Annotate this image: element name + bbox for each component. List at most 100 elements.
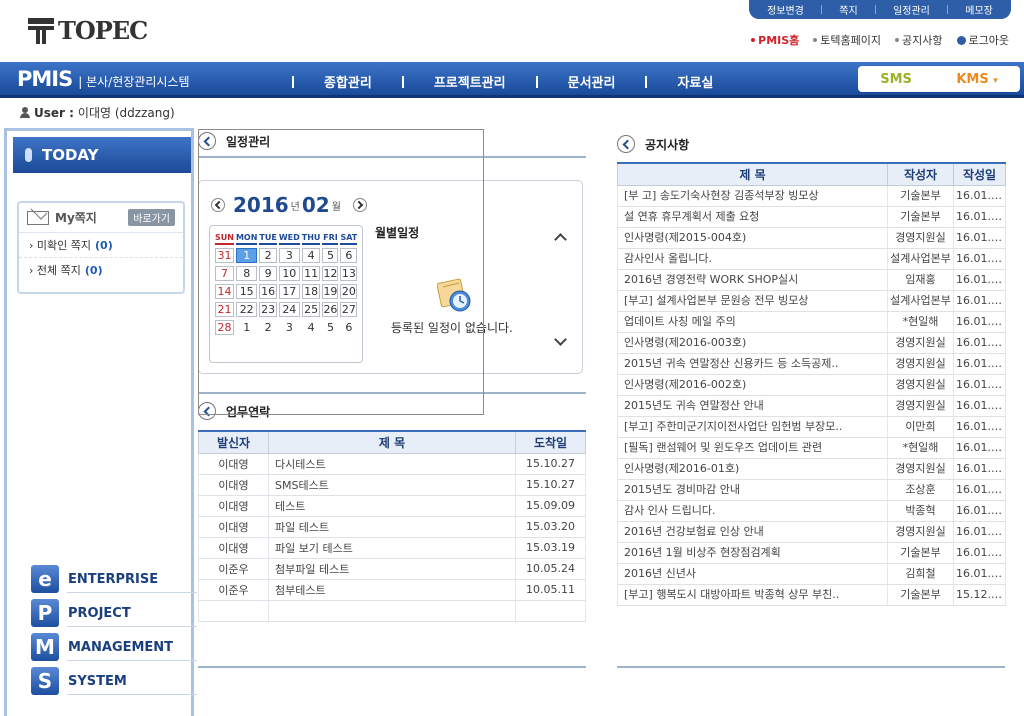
notice-title-cell[interactable]: 2015년도 경비마감 안내 (617, 479, 888, 501)
calendar-day[interactable]: 14 (215, 284, 234, 299)
calendar-day[interactable]: 2 (259, 320, 277, 335)
table-row[interactable]: 2016년 경영전략 WORK SHOP실시 임재홍 16.01.25 (617, 269, 1006, 291)
calendar-day[interactable]: 21 (215, 302, 234, 317)
kms-button[interactable]: KMS ▾ (956, 72, 997, 87)
calendar-day[interactable]: 19 (322, 284, 339, 299)
calendar-day[interactable]: 13 (340, 266, 358, 281)
chevron-down-icon[interactable] (554, 333, 567, 346)
table-row[interactable]: 인사명령(제2016-01호) 경영지원실 16.01.07 (617, 458, 1006, 480)
notice-link[interactable]: 공지사항 (895, 32, 943, 48)
notice-title-cell[interactable]: [부고] 주한미군기지이전사업단 임헌범 부장모.. (617, 416, 888, 438)
subject-cell[interactable]: 첨부테스트 (268, 579, 516, 601)
subject-cell[interactable]: 다시테스트 (268, 453, 516, 475)
calendar-day[interactable]: 25 (301, 302, 321, 317)
next-month-icon[interactable] (352, 198, 367, 212)
notice-title-cell[interactable]: 인사명령(제2016-003호) (617, 332, 888, 354)
calendar-day[interactable]: 1 (235, 248, 258, 263)
calendar-day[interactable]: 27 (340, 302, 358, 317)
top-menu-profile[interactable]: 정보변경 (767, 2, 804, 17)
table-row[interactable]: 이준우 첨부테스트 10.05.11 (198, 579, 586, 601)
calendar-day[interactable]: 20 (340, 284, 358, 299)
notice-title-cell[interactable]: 2015년도 귀속 연말정산 안내 (617, 395, 888, 417)
table-row[interactable]: 2015년도 경비마감 안내 조상훈 16.01.07 (617, 479, 1006, 501)
calendar-day[interactable]: 16 (259, 284, 277, 299)
logout-link[interactable]: 로그아웃 (956, 32, 1009, 48)
calendar-day[interactable]: 15 (235, 284, 258, 299)
table-row[interactable]: [부고] 주한미군기지이전사업단 임헌범 부장모.. 이만희 16.01.12 (617, 416, 1006, 438)
calendar-day[interactable]: 4 (301, 248, 321, 263)
notice-title-cell[interactable]: 2016년 1월 비상주 현장점검계획 (617, 542, 888, 564)
today-header[interactable]: TODAY (13, 137, 191, 173)
table-row[interactable]: 이대영 파일 보기 테스트 15.03.19 (198, 537, 586, 559)
topec-logo[interactable]: TOPEC (28, 16, 148, 45)
table-row[interactable]: [부 고] 송도기숙사현장 김종석부장 빙모상 기술본부 16.01.27 (617, 185, 1006, 207)
table-row[interactable]: 2015년도 귀속 연말정산 안내 경영지원실 16.01.12 (617, 395, 1006, 417)
notice-title-cell[interactable]: [부고] 설계사업본부 문원승 전무 빙모상 (617, 290, 888, 312)
table-row[interactable]: [필독] 랜섬웨어 및 윈도우즈 업데이트 관련 *현일해 16.01.08 (617, 437, 1006, 459)
notice-title-cell[interactable]: 감사 인사 드립니다. (617, 500, 888, 522)
memo-go-button[interactable]: 바로가기 (128, 209, 175, 226)
table-row[interactable]: 인사명령(제2016-002호) 경영지원실 16.01.15 (617, 374, 1006, 396)
notice-title-cell[interactable]: 설 연휴 휴무계획서 제출 요청 (617, 206, 888, 228)
calendar-day[interactable]: 12 (322, 266, 339, 281)
table-row[interactable]: 설 연휴 휴무계획서 제출 요청 기술본부 16.01.26 (617, 206, 1006, 228)
subject-cell[interactable]: 테스트 (268, 495, 516, 517)
notice-title-cell[interactable]: 2016년 신년사 (617, 563, 888, 585)
notice-title-cell[interactable]: [부고] 행복도시 대방아파트 박종혁 상무 부친.. (617, 584, 888, 606)
subject-cell[interactable]: 파일 테스트 (268, 516, 516, 538)
calendar-day[interactable]: 1 (235, 320, 258, 335)
calendar-day[interactable]: 31 (215, 248, 234, 263)
calendar-day[interactable]: 8 (235, 266, 258, 281)
table-row[interactable]: 인사명령(제2016-003호) 경영지원실 16.01.18 (617, 332, 1006, 354)
table-row[interactable]: 이준우 첨부파일 테스트 10.05.24 (198, 558, 586, 580)
subject-cell[interactable]: SMS테스트 (268, 474, 516, 496)
calendar-day[interactable]: 17 (278, 284, 300, 299)
table-row[interactable]: 감사 인사 드립니다. 박종혁 16.01.06 (617, 500, 1006, 522)
chevron-up-icon[interactable] (554, 233, 567, 246)
menu-library[interactable]: 자료실 (615, 72, 713, 91)
notice-title-cell[interactable]: 2016년 건강보험료 인상 안내 (617, 521, 888, 543)
calendar-day[interactable]: 26 (322, 302, 339, 317)
menu-document[interactable]: 문서관리 (506, 72, 615, 91)
notice-title-cell[interactable]: 인사명령(제2016-01호) (617, 458, 888, 480)
notice-title-cell[interactable]: 인사명령(제2016-002호) (617, 374, 888, 396)
table-row[interactable]: 2016년 신년사 김희철 16.01.04 (617, 563, 1006, 585)
subject-cell[interactable] (268, 600, 516, 622)
all-memo-link[interactable]: › 전체 쪽지 (0) (19, 257, 183, 282)
top-menu-schedule[interactable]: 일정관리 (893, 2, 930, 17)
table-row[interactable]: 이대영 파일 테스트 15.03.20 (198, 516, 586, 538)
menu-overall[interactable]: 종합관리 (292, 72, 372, 91)
calendar-day[interactable]: 24 (278, 302, 300, 317)
table-row[interactable]: 이대영 다시테스트 15.10.27 (198, 453, 586, 475)
calendar-day[interactable]: 2 (259, 248, 277, 263)
table-row[interactable]: 이대영 테스트 15.09.09 (198, 495, 586, 517)
notice-title-cell[interactable]: [부 고] 송도기숙사현장 김종석부장 빙모상 (617, 185, 888, 207)
sms-button[interactable]: SMS (880, 72, 912, 87)
calendar-day[interactable]: 5 (322, 320, 339, 335)
table-row[interactable]: 2016년 건강보험료 인상 안내 경영지원실 16.01.06 (617, 521, 1006, 543)
table-row[interactable]: [부고] 설계사업본부 문원승 전무 빙모상 설계사업본부 16.01.19 (617, 290, 1006, 312)
chevron-left-icon[interactable] (198, 132, 216, 150)
calendar-day[interactable]: 28 (215, 320, 234, 335)
calendar-day[interactable]: 6 (340, 320, 358, 335)
calendar-day[interactable]: 23 (259, 302, 277, 317)
notice-title-cell[interactable]: [필독] 랜섬웨어 및 윈도우즈 업데이트 관련 (617, 437, 888, 459)
notice-title-cell[interactable]: 업데이트 사칭 메일 주의 (617, 311, 888, 333)
table-row[interactable]: [부고] 행복도시 대방아파트 박종혁 상무 부친.. 기술본부 15.12.30 (617, 584, 1006, 606)
notice-title-cell[interactable]: 2016년 경영전략 WORK SHOP실시 (617, 269, 888, 291)
prev-month-icon[interactable] (211, 198, 225, 212)
table-row[interactable] (198, 600, 586, 622)
calendar-day[interactable]: 4 (301, 320, 321, 335)
calendar-day[interactable]: 3 (278, 320, 300, 335)
calendar-day[interactable]: 5 (322, 248, 339, 263)
unread-memo-link[interactable]: › 미확인 쪽지 (0) (19, 233, 183, 257)
notice-title-cell[interactable]: 인사명령(제2015-004호) (617, 227, 888, 249)
notice-title-cell[interactable]: 2015년 귀속 연말정산 신용카드 등 소득공제.. (617, 353, 888, 375)
chevron-left-icon[interactable] (617, 135, 635, 153)
subject-cell[interactable]: 파일 보기 테스트 (268, 537, 516, 559)
top-menu-notepad[interactable]: 메모장 (965, 2, 993, 17)
calendar-day[interactable]: 6 (340, 248, 358, 263)
calendar-day[interactable]: 9 (259, 266, 277, 281)
calendar-day[interactable]: 11 (301, 266, 321, 281)
system-title[interactable]: PMIS | 본사/현장관리시스템 (17, 67, 190, 91)
